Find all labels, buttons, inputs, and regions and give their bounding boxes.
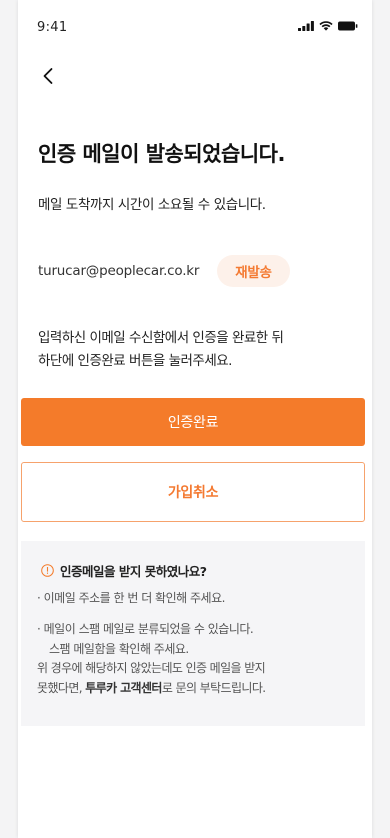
notice-bullet-2-line-2: 스팸 메일함을 확인해 주세요. — [49, 642, 189, 656]
cancel-button[interactable]: 가입취소 — [21, 462, 365, 522]
status-time: 9:41 — [37, 20, 68, 35]
notice-header: 인증메일을 받지 못하였나요? — [41, 561, 207, 580]
email-row: turucar@peoplecar.co.kr 재발송 — [38, 255, 290, 287]
subtitle: 메일 도착까지 시간이 소요될 수 있습니다. — [38, 197, 266, 213]
chevron-left-icon — [43, 68, 53, 84]
notice-bullet-1: · 이메일 주소를 한 번 더 확인해 주세요. — [37, 588, 225, 608]
resend-button[interactable]: 재발송 — [217, 255, 290, 287]
notice-bullet-2-line-1: · 메일이 스팸 메일로 분류되었을 수 있습니다. — [37, 622, 254, 636]
confirm-button[interactable]: 인증완료 — [21, 398, 365, 446]
notice-footer-post: 로 문의 부탁드립니다. — [161, 681, 266, 695]
notice-title: 인증메일을 받지 못하였나요? — [60, 564, 207, 579]
notice-bullet-2: · 메일이 스팸 메일로 분류되었을 수 있습니다. 스팸 메일함을 확인해 주… — [37, 619, 254, 659]
phone-screen: 9:41 인증 메일이 발송되었습니다. 메일 도착까지 시간이 소요될 수 있… — [18, 0, 372, 838]
notice-box: 인증메일을 받지 못하였나요? · 이메일 주소를 한 번 더 확인해 주세요.… — [21, 541, 365, 726]
email-address: turucar@peoplecar.co.kr — [38, 263, 200, 279]
notice-bullet-1-text: · 이메일 주소를 한 번 더 확인해 주세요. — [37, 591, 225, 605]
page-title: 인증 메일이 발송되었습니다. — [38, 142, 285, 166]
battery-icon — [338, 21, 358, 31]
customer-center-label: 투루카 고객센터 — [85, 681, 162, 695]
back-button[interactable] — [38, 65, 60, 87]
info-circle-icon — [41, 564, 54, 577]
instruction-line-2: 하단에 인증완료 버튼을 눌러주세요. — [38, 353, 232, 369]
notice-footer-line-1: 위 경우에 해당하지 않았는데도 인증 메일을 받지 — [37, 661, 266, 675]
instruction-text: 입력하신 이메일 수신함에서 인증을 완료한 뒤 하단에 인증완료 버튼을 눌러… — [38, 327, 284, 373]
status-bar: 9:41 — [18, 0, 372, 56]
wifi-icon — [319, 21, 333, 31]
instruction-line-1: 입력하신 이메일 수신함에서 인증을 완료한 뒤 — [38, 330, 284, 346]
notice-footer-line-2: 못했다면, 투루카 고객센터로 문의 부탁드립니다. — [37, 678, 266, 698]
notice-footer: 위 경우에 해당하지 않았는데도 인증 메일을 받지 못했다면, 투루카 고객센… — [37, 658, 266, 698]
notice-footer-pre: 못했다면, — [37, 681, 86, 695]
status-icons — [298, 21, 358, 31]
signal-icon — [298, 21, 314, 31]
